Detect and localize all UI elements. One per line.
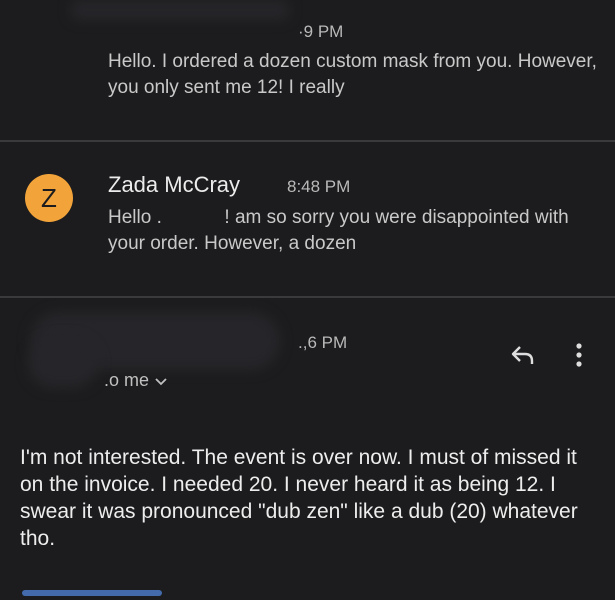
message-body: I'm not interested. The event is over no…: [20, 446, 578, 550]
message-time: .,6 PM: [298, 333, 348, 352]
snippet-greeting: Hello .: [108, 207, 162, 228]
message-time: 8:48 PM: [287, 177, 351, 196]
more-options-button[interactable]: [567, 341, 591, 373]
avatar-letter: Z: [41, 182, 57, 213]
snippet-body: ! am so sorry you were disappointed with…: [108, 207, 569, 254]
reply-icon: [510, 345, 536, 370]
link-text[interactable]: [22, 590, 162, 596]
divider: [0, 140, 615, 142]
redacted-avatar: [28, 338, 98, 388]
sender-name: Zada McCray: [108, 172, 241, 197]
avatar: Z: [25, 174, 73, 222]
more-vert-icon: [576, 342, 582, 373]
divider: [0, 296, 615, 298]
reply-button[interactable]: [506, 343, 540, 371]
redacted-sender: [70, 0, 290, 20]
message-snippet: Hello . ! am so sorry you were disappoin…: [108, 205, 598, 257]
recipient-toggle[interactable]: .o me: [104, 370, 167, 391]
message-snippet: Hello. I ordered a dozen custom mask fro…: [108, 51, 597, 98]
chevron-down-icon: [155, 370, 167, 391]
message-time: ·9 PM: [298, 22, 344, 41]
recipient-label: .o me: [104, 370, 150, 390]
